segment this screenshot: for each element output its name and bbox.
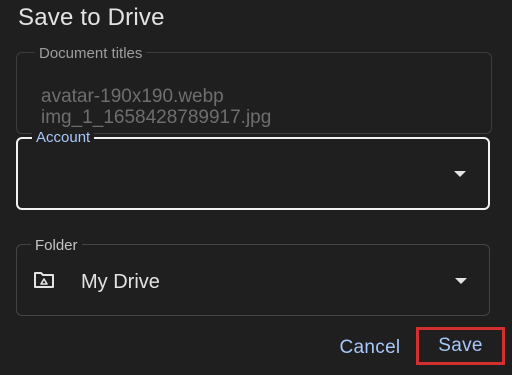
dropdown-arrow-icon[interactable] xyxy=(455,278,467,284)
save-to-drive-dialog: Save to Drive Document titles avatar-190… xyxy=(0,0,512,375)
document-titles-field: Document titles avatar-190x190.webp img_… xyxy=(16,45,492,134)
drive-folder-icon xyxy=(34,272,54,288)
document-title-item: avatar-190x190.webp xyxy=(41,86,224,107)
dialog-title: Save to Drive xyxy=(18,4,165,31)
dropdown-arrow-icon[interactable] xyxy=(454,171,466,177)
cancel-button[interactable]: Cancel xyxy=(330,334,410,362)
document-titles-label: Document titles xyxy=(35,45,147,63)
save-button[interactable]: Save xyxy=(419,330,502,362)
folder-label: Folder xyxy=(31,237,82,255)
folder-value: My Drive xyxy=(81,271,160,293)
document-titles-list: avatar-190x190.webp img_1_1658428789917.… xyxy=(41,85,272,128)
account-label: Account xyxy=(32,129,95,147)
account-select[interactable]: Account xyxy=(16,129,490,210)
folder-select[interactable]: Folder My Drive xyxy=(16,237,490,316)
document-title-item: img_1_1658428789917.jpg xyxy=(41,107,272,128)
